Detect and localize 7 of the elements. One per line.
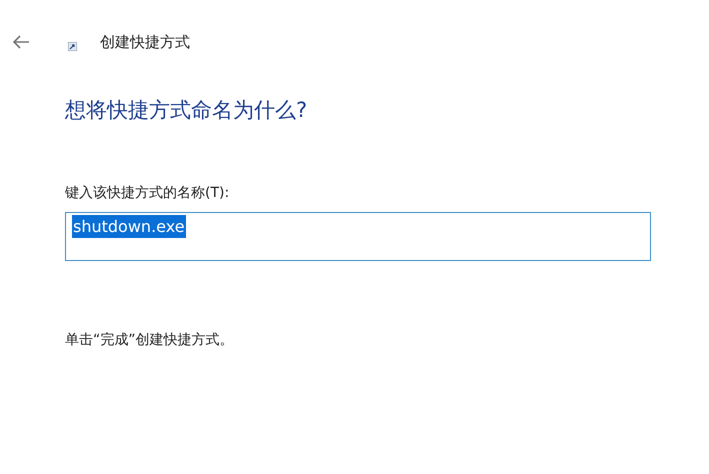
instruction-text: 单击“完成”创建快捷方式。 [65,331,235,349]
field-label: 键入该快捷方式的名称(T): [65,184,230,202]
window-title: 创建快捷方式 [100,32,190,52]
shortcut-icon [68,42,77,50]
page-heading: 想将快捷方式命名为什么? [65,97,308,124]
back-button[interactable] [10,33,32,51]
name-input-field[interactable]: shutdown.exe [65,212,651,261]
